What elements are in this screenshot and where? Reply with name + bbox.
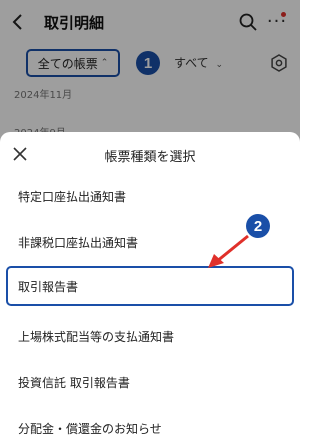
option-label: 分配金・償還金のお知らせ <box>18 421 162 436</box>
option-label: 投資信託 取引報告書 <box>18 375 130 390</box>
option-dividend-notice[interactable]: 上場株式配当等の支払通知書 <box>0 318 300 354</box>
option-label: 非課税口座払出通知書 <box>18 235 139 250</box>
sheet-header: 帳票種類を選択 <box>0 132 300 176</box>
annotation-arrow-icon <box>208 234 249 268</box>
option-fund-trade-report[interactable]: 投資信託 取引報告書 <box>0 364 300 400</box>
option-label: 特定口座払出通知書 <box>18 189 127 204</box>
sheet-title: 帳票種類を選択 <box>104 150 196 165</box>
option-specified-account-transfer[interactable]: 特定口座払出通知書 <box>0 178 300 214</box>
option-trade-report[interactable]: 取引報告書 <box>0 268 300 304</box>
option-distribution-notice[interactable]: 分配金・償還金のお知らせ <box>0 410 300 446</box>
option-label: 上場株式配当等の支払通知書 <box>18 329 175 344</box>
document-type-sheet: 帳票種類を選択 特定口座払出通知書 非課税口座払出通知書 取引報告書 上場株式配… <box>0 132 300 446</box>
option-label: 取引報告書 <box>18 279 79 294</box>
